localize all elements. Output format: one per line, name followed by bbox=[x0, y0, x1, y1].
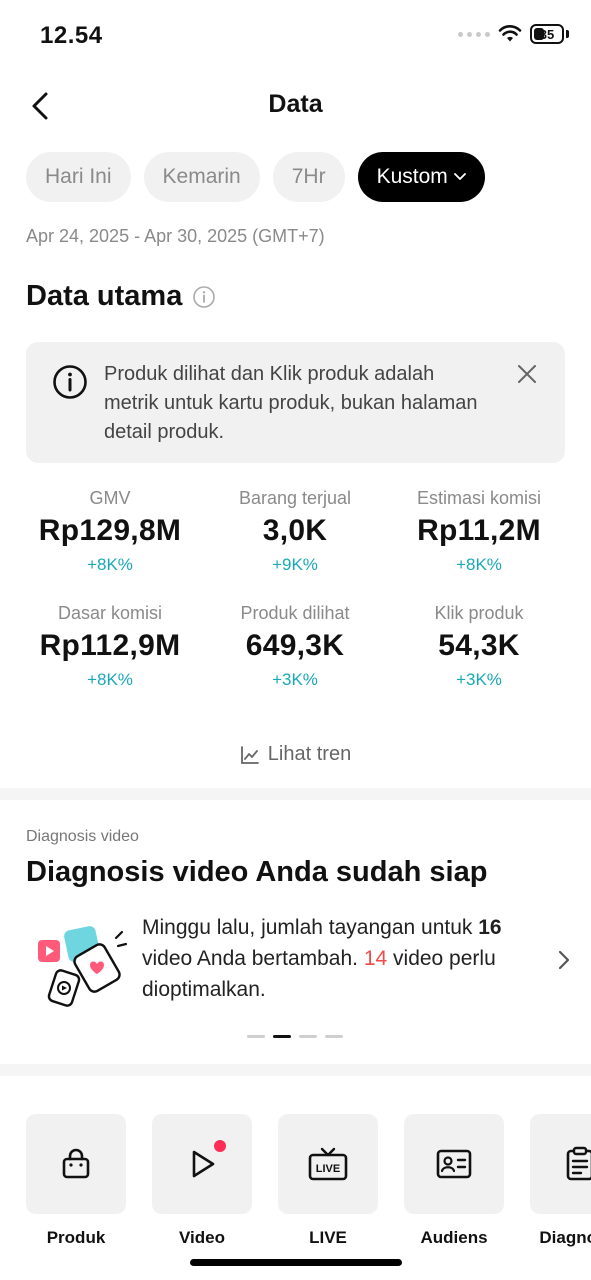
metric-label: GMV bbox=[89, 488, 131, 508]
metric-change: +3K% bbox=[456, 670, 502, 689]
metric-change: +9K% bbox=[272, 555, 318, 574]
tool-audiens[interactable]: Audiens bbox=[404, 1114, 504, 1248]
battery-icon: 35 bbox=[530, 24, 564, 44]
pager-dot[interactable] bbox=[299, 1035, 317, 1038]
metric-label: Produk dilihat bbox=[240, 603, 350, 623]
close-icon[interactable] bbox=[515, 362, 539, 386]
main-data-header: Data utama bbox=[26, 280, 216, 313]
tool-label: Diagnosis bbox=[539, 1228, 591, 1247]
metric-items-sold[interactable]: Barang terjual 3,0K +9K% bbox=[195, 488, 395, 575]
diagnosis-label: Diagnosis video bbox=[26, 828, 139, 845]
tool-produk[interactable]: Produk bbox=[26, 1114, 126, 1248]
video-diagnosis-illustration bbox=[38, 926, 128, 1007]
metric-label: Dasar komisi bbox=[57, 603, 163, 623]
pager-dot[interactable] bbox=[325, 1035, 343, 1038]
shopping-bag-icon bbox=[62, 1148, 90, 1179]
tool-video[interactable]: Video bbox=[152, 1114, 252, 1248]
metric-value: 3,0K bbox=[262, 514, 328, 547]
chip-7-days[interactable]: 7Hr bbox=[272, 152, 345, 202]
pager-dot[interactable] bbox=[247, 1035, 265, 1038]
metric-change: +8K% bbox=[456, 555, 502, 574]
status-bar: 12.54 35 bbox=[0, 0, 591, 70]
svg-text:LIVE: LIVE bbox=[316, 1163, 340, 1175]
info-notice: Produk dilihat dan Klik produk adalah me… bbox=[26, 342, 565, 463]
metric-value: 649,3K bbox=[245, 629, 345, 662]
metric-value: Rp129,8M bbox=[38, 514, 182, 547]
tool-live[interactable]: LIVE LIVE bbox=[278, 1114, 378, 1248]
view-trend-link[interactable]: Lihat tren bbox=[0, 743, 591, 766]
pager-dot-active[interactable] bbox=[273, 1035, 291, 1038]
metric-product-clicks[interactable]: Klik produk 54,3K +3K% bbox=[379, 603, 579, 690]
metric-gmv[interactable]: GMV Rp129,8M +8K% bbox=[10, 488, 210, 575]
chip-yesterday[interactable]: Kemarin bbox=[143, 152, 260, 202]
metric-label: Estimasi komisi bbox=[416, 488, 541, 508]
notification-dot bbox=[214, 1140, 226, 1152]
metric-change: +8K% bbox=[87, 670, 133, 689]
date-range: Apr 24, 2025 - Apr 30, 2025 (GMT+7) bbox=[26, 226, 325, 246]
optimize-count: 14 bbox=[363, 947, 388, 970]
section-divider bbox=[0, 1064, 591, 1076]
id-card-icon bbox=[436, 1149, 472, 1179]
tool-label: Produk bbox=[46, 1228, 106, 1247]
diagnosis-card[interactable]: Minggu lalu, jumlah tayangan untuk 16 vi… bbox=[26, 908, 571, 1018]
tool-diagnosis[interactable]: Diagnosis bbox=[530, 1114, 591, 1248]
info-circle-icon bbox=[53, 365, 87, 399]
metric-change: +8K% bbox=[87, 555, 133, 574]
metric-product-views[interactable]: Produk dilihat 649,3K +3K% bbox=[195, 603, 395, 690]
tool-label: Audiens bbox=[420, 1228, 488, 1247]
tool-label: Video bbox=[179, 1228, 225, 1247]
date-filter-chips: Hari Ini Kemarin 7Hr Kustom bbox=[26, 152, 485, 202]
home-indicator bbox=[190, 1259, 402, 1266]
chip-custom[interactable]: Kustom bbox=[357, 152, 485, 202]
page-title: Data bbox=[268, 90, 323, 118]
diagnosis-title: Diagnosis video Anda sudah siap bbox=[26, 856, 488, 888]
carousel-pager bbox=[247, 1035, 343, 1038]
metric-value: Rp11,2M bbox=[417, 514, 541, 547]
diagnosis-text: Minggu lalu, jumlah tayangan untuk 16 vi… bbox=[142, 916, 502, 1001]
metric-label: Barang terjual bbox=[238, 488, 352, 508]
status-icons: 35 bbox=[458, 24, 569, 44]
metric-value: Rp112,9M bbox=[39, 629, 181, 662]
signal-icon bbox=[458, 31, 490, 37]
metric-change: +3K% bbox=[272, 670, 318, 689]
top-nav: Data bbox=[0, 78, 591, 134]
tools-row: Produk Video LIVE LIVE Audiens Diagn bbox=[26, 1114, 591, 1254]
section-title: Data utama bbox=[26, 280, 183, 312]
battery-level: 35 bbox=[539, 26, 555, 42]
live-tv-icon: LIVE bbox=[308, 1147, 348, 1181]
info-icon[interactable] bbox=[192, 285, 216, 309]
clipboard-icon bbox=[566, 1146, 591, 1181]
play-icon bbox=[192, 1150, 215, 1178]
metric-commission-base[interactable]: Dasar komisi Rp112,9M +8K% bbox=[10, 603, 210, 690]
section-divider bbox=[0, 788, 591, 800]
chevron-right-icon bbox=[558, 950, 570, 970]
chevron-down-icon bbox=[453, 173, 466, 181]
wifi-icon bbox=[498, 25, 522, 42]
metric-estimated-commission[interactable]: Estimasi komisi Rp11,2M +8K% bbox=[379, 488, 579, 575]
video-count: 16 bbox=[478, 916, 502, 939]
metric-value: 54,3K bbox=[438, 629, 520, 662]
status-time: 12.54 bbox=[40, 22, 103, 49]
tool-label: LIVE bbox=[309, 1228, 347, 1247]
chip-today[interactable]: Hari Ini bbox=[26, 152, 131, 202]
trend-link-label: Lihat tren bbox=[267, 743, 352, 765]
metric-label: Klik produk bbox=[434, 603, 524, 623]
notice-text: Produk dilihat dan Klik produk adalah me… bbox=[104, 363, 478, 443]
trend-chart-icon bbox=[240, 745, 259, 764]
